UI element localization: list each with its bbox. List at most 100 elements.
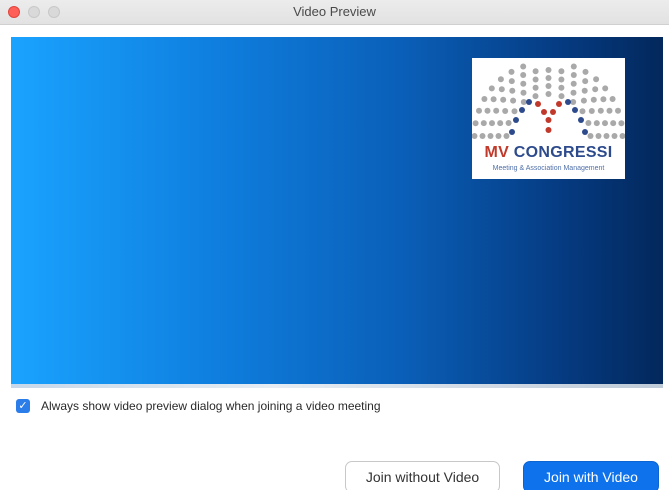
logo-dot: [509, 87, 516, 94]
logo-dot: [545, 75, 552, 81]
video-preview-area: MV CONGRESSI Meeting & Association Manag…: [11, 37, 663, 387]
logo-dot: [476, 107, 482, 114]
logo-dot: [532, 93, 539, 100]
logo-dot: [570, 89, 577, 96]
logo-brand-mv: MV: [484, 144, 510, 161]
logo-dot: [582, 129, 588, 135]
logo-dot: [580, 97, 587, 104]
logo-dot: [508, 68, 515, 75]
logo-dot: [550, 109, 556, 115]
logo-dot: [535, 101, 541, 107]
logo-dot: [489, 120, 495, 127]
logo-dot: [532, 84, 539, 91]
logo-dot: [510, 97, 517, 104]
logo-dot: [520, 72, 527, 78]
logo-dot: [579, 108, 586, 115]
logo-dot: [618, 120, 625, 127]
video-preview-window: Video Preview MV CONGRESSI Meeting & Ass…: [0, 0, 669, 490]
logo-dot: [503, 133, 510, 139]
logo-dot: [615, 107, 621, 114]
logo-dot: [472, 120, 479, 127]
logo-dot: [520, 80, 527, 87]
logo-dot: [582, 78, 589, 85]
always-show-preview-checkbox[interactable]: ✓: [16, 399, 30, 413]
logo-dot: [570, 99, 577, 105]
mv-congressi-logo: MV CONGRESSI Meeting & Association Manag…: [472, 58, 625, 179]
logo-dot: [545, 117, 552, 123]
logo-dot: [497, 76, 504, 83]
always-show-preview-option[interactable]: ✓ Always show video preview dialog when …: [16, 399, 381, 413]
logo-dot: [572, 107, 578, 113]
logo-dot: [520, 63, 527, 70]
logo-dot: [520, 89, 527, 96]
logo-dot: [558, 76, 565, 83]
logo-dot: [606, 107, 613, 114]
logo-dot: [570, 80, 577, 87]
logo-dot: [480, 120, 487, 127]
logo-dot: [582, 68, 589, 75]
logo-dot: [585, 120, 592, 126]
logo-dot: [502, 108, 509, 114]
join-without-video-button[interactable]: Join without Video: [345, 461, 500, 490]
logo-dot: [619, 133, 625, 139]
logo-dot: [602, 85, 609, 92]
logo-dot: [487, 133, 494, 139]
logo-dot: [565, 99, 571, 105]
logo-dot: [513, 117, 519, 123]
logo-dot: [509, 129, 515, 135]
logo-dot: [495, 133, 502, 139]
logo-dot: [570, 72, 577, 78]
logo-dot: [558, 68, 565, 75]
logo-dot: [508, 78, 515, 85]
title-bar[interactable]: Video Preview: [0, 0, 669, 25]
logo-dot: [597, 107, 604, 114]
logo-dot: [479, 133, 486, 139]
logo-dot: [497, 120, 504, 127]
logo-dot: [602, 120, 608, 127]
logo-dot: [558, 84, 565, 91]
logo-dot: [545, 91, 552, 97]
logo-dot: [603, 133, 610, 139]
logo-dot: [545, 83, 552, 89]
logo-dot: [581, 87, 588, 94]
logo-brand-congressi: CONGRESSI: [509, 144, 613, 161]
logo-dot: [520, 99, 527, 105]
logo-dot: [488, 85, 495, 92]
logo-dot: [490, 96, 497, 103]
logo-dot: [610, 120, 617, 127]
logo-hemicycle-graphic: [472, 63, 625, 139]
logo-dot: [500, 96, 507, 103]
logo-dot: [532, 76, 539, 83]
logo-dot: [484, 107, 491, 114]
logo-tagline: Meeting & Association Management: [492, 165, 605, 172]
logo-dot: [481, 96, 488, 102]
logo-dot: [505, 120, 512, 126]
logo-dot: [595, 133, 602, 139]
logo-dot: [600, 96, 607, 103]
logo-brand-text: MV CONGRESSI: [472, 144, 625, 162]
logo-dot: [541, 109, 547, 115]
window-title: Video Preview: [293, 4, 376, 19]
logo-dot: [593, 120, 600, 127]
logo-dot: [578, 117, 584, 123]
logo-dot: [556, 101, 562, 107]
logo-dot: [609, 96, 616, 102]
logo-dot: [532, 68, 539, 75]
logo-dot: [590, 96, 597, 103]
logo-dot: [558, 93, 565, 100]
logo-dot: [588, 108, 595, 114]
logo-dot: [611, 133, 618, 139]
logo-dot: [570, 63, 577, 70]
always-show-preview-label[interactable]: Always show video preview dialog when jo…: [41, 399, 381, 413]
join-with-video-button[interactable]: Join with Video: [523, 461, 659, 490]
logo-dot: [526, 99, 532, 105]
logo-dot: [511, 108, 518, 115]
preview-bottom-edge: [11, 384, 663, 388]
logo-dot: [545, 127, 552, 133]
logo-dot: [593, 76, 600, 83]
logo-dot: [498, 86, 505, 93]
logo-dot: [545, 67, 552, 73]
logo-dot: [472, 133, 478, 139]
logo-dot: [519, 107, 525, 113]
logo-dot: [592, 86, 599, 93]
